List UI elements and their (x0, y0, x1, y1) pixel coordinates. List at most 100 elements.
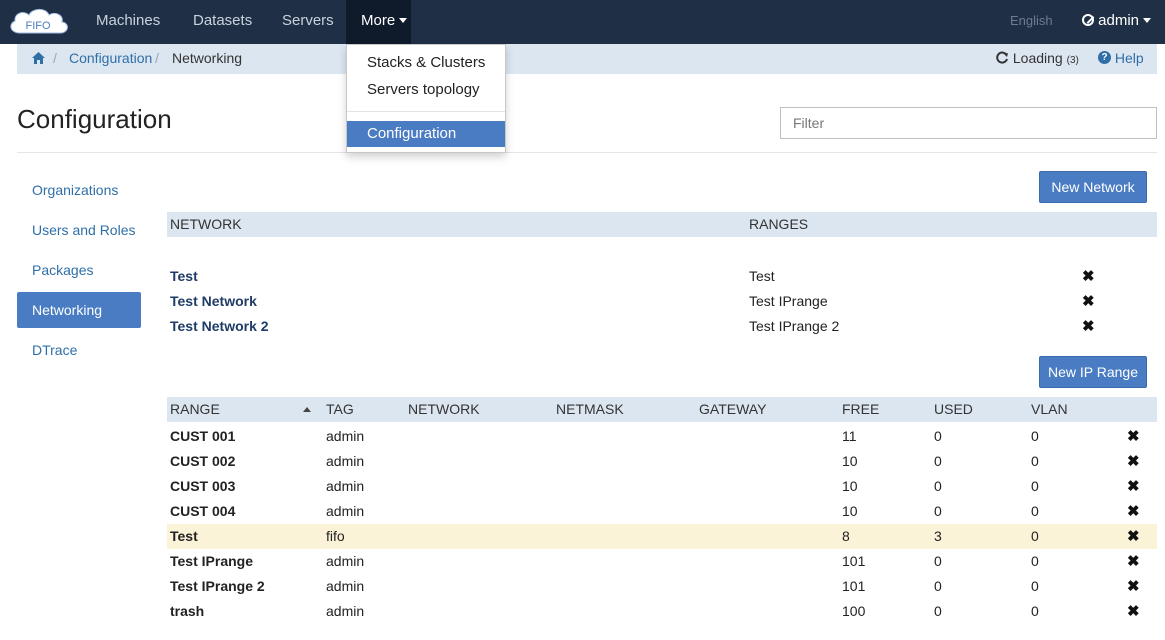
nav-more-dropdown[interactable]: More (346, 0, 411, 44)
menu-item-stacks-clusters[interactable]: Stacks & Clusters (347, 50, 505, 76)
loading-indicator[interactable]: Loading (3) (995, 44, 1079, 75)
delete-icon[interactable]: ✖ (1082, 314, 1095, 339)
network-name-link[interactable]: Test Network (170, 289, 257, 314)
range-row[interactable]: trash admin 100 0 0 ✖ (167, 599, 1157, 624)
range-row[interactable]: CUST 002 admin 10 0 0 ✖ (167, 449, 1157, 474)
range-used: 0 (934, 503, 942, 519)
range-row[interactable]: CUST 003 admin 10 0 0 ✖ (167, 474, 1157, 499)
range-vlan: 0 (1031, 528, 1039, 544)
more-dropdown-menu: Stacks & Clusters Servers topology Confi… (346, 44, 506, 153)
range-used: 0 (934, 478, 942, 494)
svg-text:FIFO: FIFO (25, 20, 50, 32)
column-header-ranges[interactable]: RANGES (749, 212, 808, 236)
range-free: 101 (842, 553, 866, 569)
network-ranges: Test IPrange (749, 293, 828, 309)
column-header-range[interactable]: RANGE (170, 397, 220, 421)
range-tag: admin (326, 553, 365, 569)
range-vlan: 0 (1031, 453, 1039, 469)
sidebar-item-users-and-roles[interactable]: Users and Roles (17, 212, 141, 248)
range-tag: admin (326, 603, 365, 619)
delete-icon[interactable]: ✖ (1127, 549, 1140, 574)
delete-icon[interactable]: ✖ (1127, 499, 1140, 524)
refresh-icon (996, 51, 1008, 64)
column-header-netmask[interactable]: NETMASK (556, 397, 624, 421)
column-header-network[interactable]: NETWORK (170, 212, 242, 236)
range-used: 0 (934, 603, 942, 619)
column-header-used[interactable]: USED (934, 397, 973, 421)
networks-table-header: NETWORK RANGES (167, 212, 1157, 237)
range-name: CUST 001 (170, 428, 236, 444)
column-header-tag[interactable]: TAG (326, 397, 354, 421)
column-header-vlan[interactable]: VLAN (1031, 397, 1068, 421)
user-menu[interactable]: admin (1082, 0, 1152, 44)
range-vlan: 0 (1031, 428, 1039, 444)
breadcrumb-separator: / (155, 50, 159, 66)
home-icon[interactable] (31, 44, 46, 72)
network-ranges: Test (749, 268, 775, 284)
column-header-free[interactable]: FREE (842, 397, 879, 421)
menu-item-configuration[interactable]: Configuration (347, 121, 505, 147)
range-tag: admin (326, 428, 365, 444)
range-vlan: 0 (1031, 478, 1039, 494)
delete-icon[interactable]: ✖ (1127, 424, 1140, 449)
delete-icon[interactable]: ✖ (1082, 264, 1095, 289)
delete-icon[interactable]: ✖ (1127, 524, 1140, 549)
nav-datasets[interactable]: Datasets (193, 0, 252, 44)
range-name: Test (170, 528, 198, 544)
menu-item-servers-topology[interactable]: Servers topology (347, 77, 505, 103)
loading-count: (3) (1066, 55, 1079, 66)
range-vlan: 0 (1031, 578, 1039, 594)
sidebar-item-organizations[interactable]: Organizations (17, 172, 141, 208)
sidebar-item-networking[interactable]: Networking (17, 292, 141, 328)
sort-ascending-icon[interactable] (303, 407, 311, 412)
help-label: Help (1114, 50, 1144, 66)
nav-more-label: More (361, 12, 396, 29)
divider (17, 152, 1157, 153)
range-free: 10 (842, 503, 858, 519)
top-navbar: FIFO Machines Datasets Servers More Engl… (0, 0, 1165, 44)
delete-icon[interactable]: ✖ (1127, 449, 1140, 474)
nav-servers[interactable]: Servers (282, 0, 334, 44)
caret-down-icon (1143, 17, 1152, 23)
range-used: 3 (934, 528, 942, 544)
range-row[interactable]: CUST 004 admin 10 0 0 ✖ (167, 499, 1157, 524)
ranges-table-header: RANGE TAG NETWORK NETMASK GATEWAY FREE U… (167, 397, 1157, 422)
breadcrumb-bar: / Configuration / Networking Loading (3)… (17, 44, 1157, 74)
filter-input[interactable] (780, 107, 1157, 139)
network-name-link[interactable]: Test Network 2 (170, 314, 269, 339)
range-vlan: 0 (1031, 603, 1039, 619)
sidebar-item-dtrace[interactable]: DTrace (17, 332, 141, 368)
delete-icon[interactable]: ✖ (1082, 289, 1095, 314)
fifo-logo[interactable]: FIFO (6, 5, 72, 37)
menu-divider (347, 111, 505, 112)
delete-icon[interactable]: ✖ (1127, 574, 1140, 599)
sidebar-item-packages[interactable]: Packages (17, 252, 141, 288)
network-row: Test Network 2 Test IPrange 2 ✖ (167, 314, 1157, 339)
range-vlan: 0 (1031, 553, 1039, 569)
range-used: 0 (934, 553, 942, 569)
range-row[interactable]: CUST 001 admin 11 0 0 ✖ (167, 424, 1157, 449)
help-link[interactable]: ? Help (1098, 44, 1144, 72)
breadcrumb-configuration[interactable]: Configuration (69, 44, 152, 72)
range-used: 0 (934, 428, 942, 444)
delete-icon[interactable]: ✖ (1127, 474, 1140, 499)
network-name-link[interactable]: Test (170, 264, 198, 289)
question-circle-icon: ? (1098, 51, 1111, 65)
range-free: 11 (842, 428, 857, 444)
range-tag: fifo (326, 528, 345, 544)
nav-machines[interactable]: Machines (96, 0, 160, 44)
column-header-gateway[interactable]: GATEWAY (699, 397, 766, 421)
range-row[interactable]: Test IPrange admin 101 0 0 ✖ (167, 549, 1157, 574)
range-used: 0 (934, 578, 942, 594)
range-tag: admin (326, 453, 365, 469)
delete-icon[interactable]: ✖ (1127, 599, 1140, 624)
range-row[interactable]: Test IPrange 2 admin 101 0 0 ✖ (167, 574, 1157, 599)
range-tag: admin (326, 478, 365, 494)
range-name: trash (170, 603, 205, 619)
new-network-button[interactable]: New Network (1039, 171, 1147, 203)
new-ip-range-button[interactable]: New IP Range (1039, 356, 1147, 388)
range-vlan: 0 (1031, 503, 1039, 519)
range-row-highlighted[interactable]: Test fifo 8 3 0 ✖ (167, 524, 1157, 549)
language-selector[interactable]: English (1010, 0, 1053, 44)
column-header-network[interactable]: NETWORK (408, 397, 480, 421)
